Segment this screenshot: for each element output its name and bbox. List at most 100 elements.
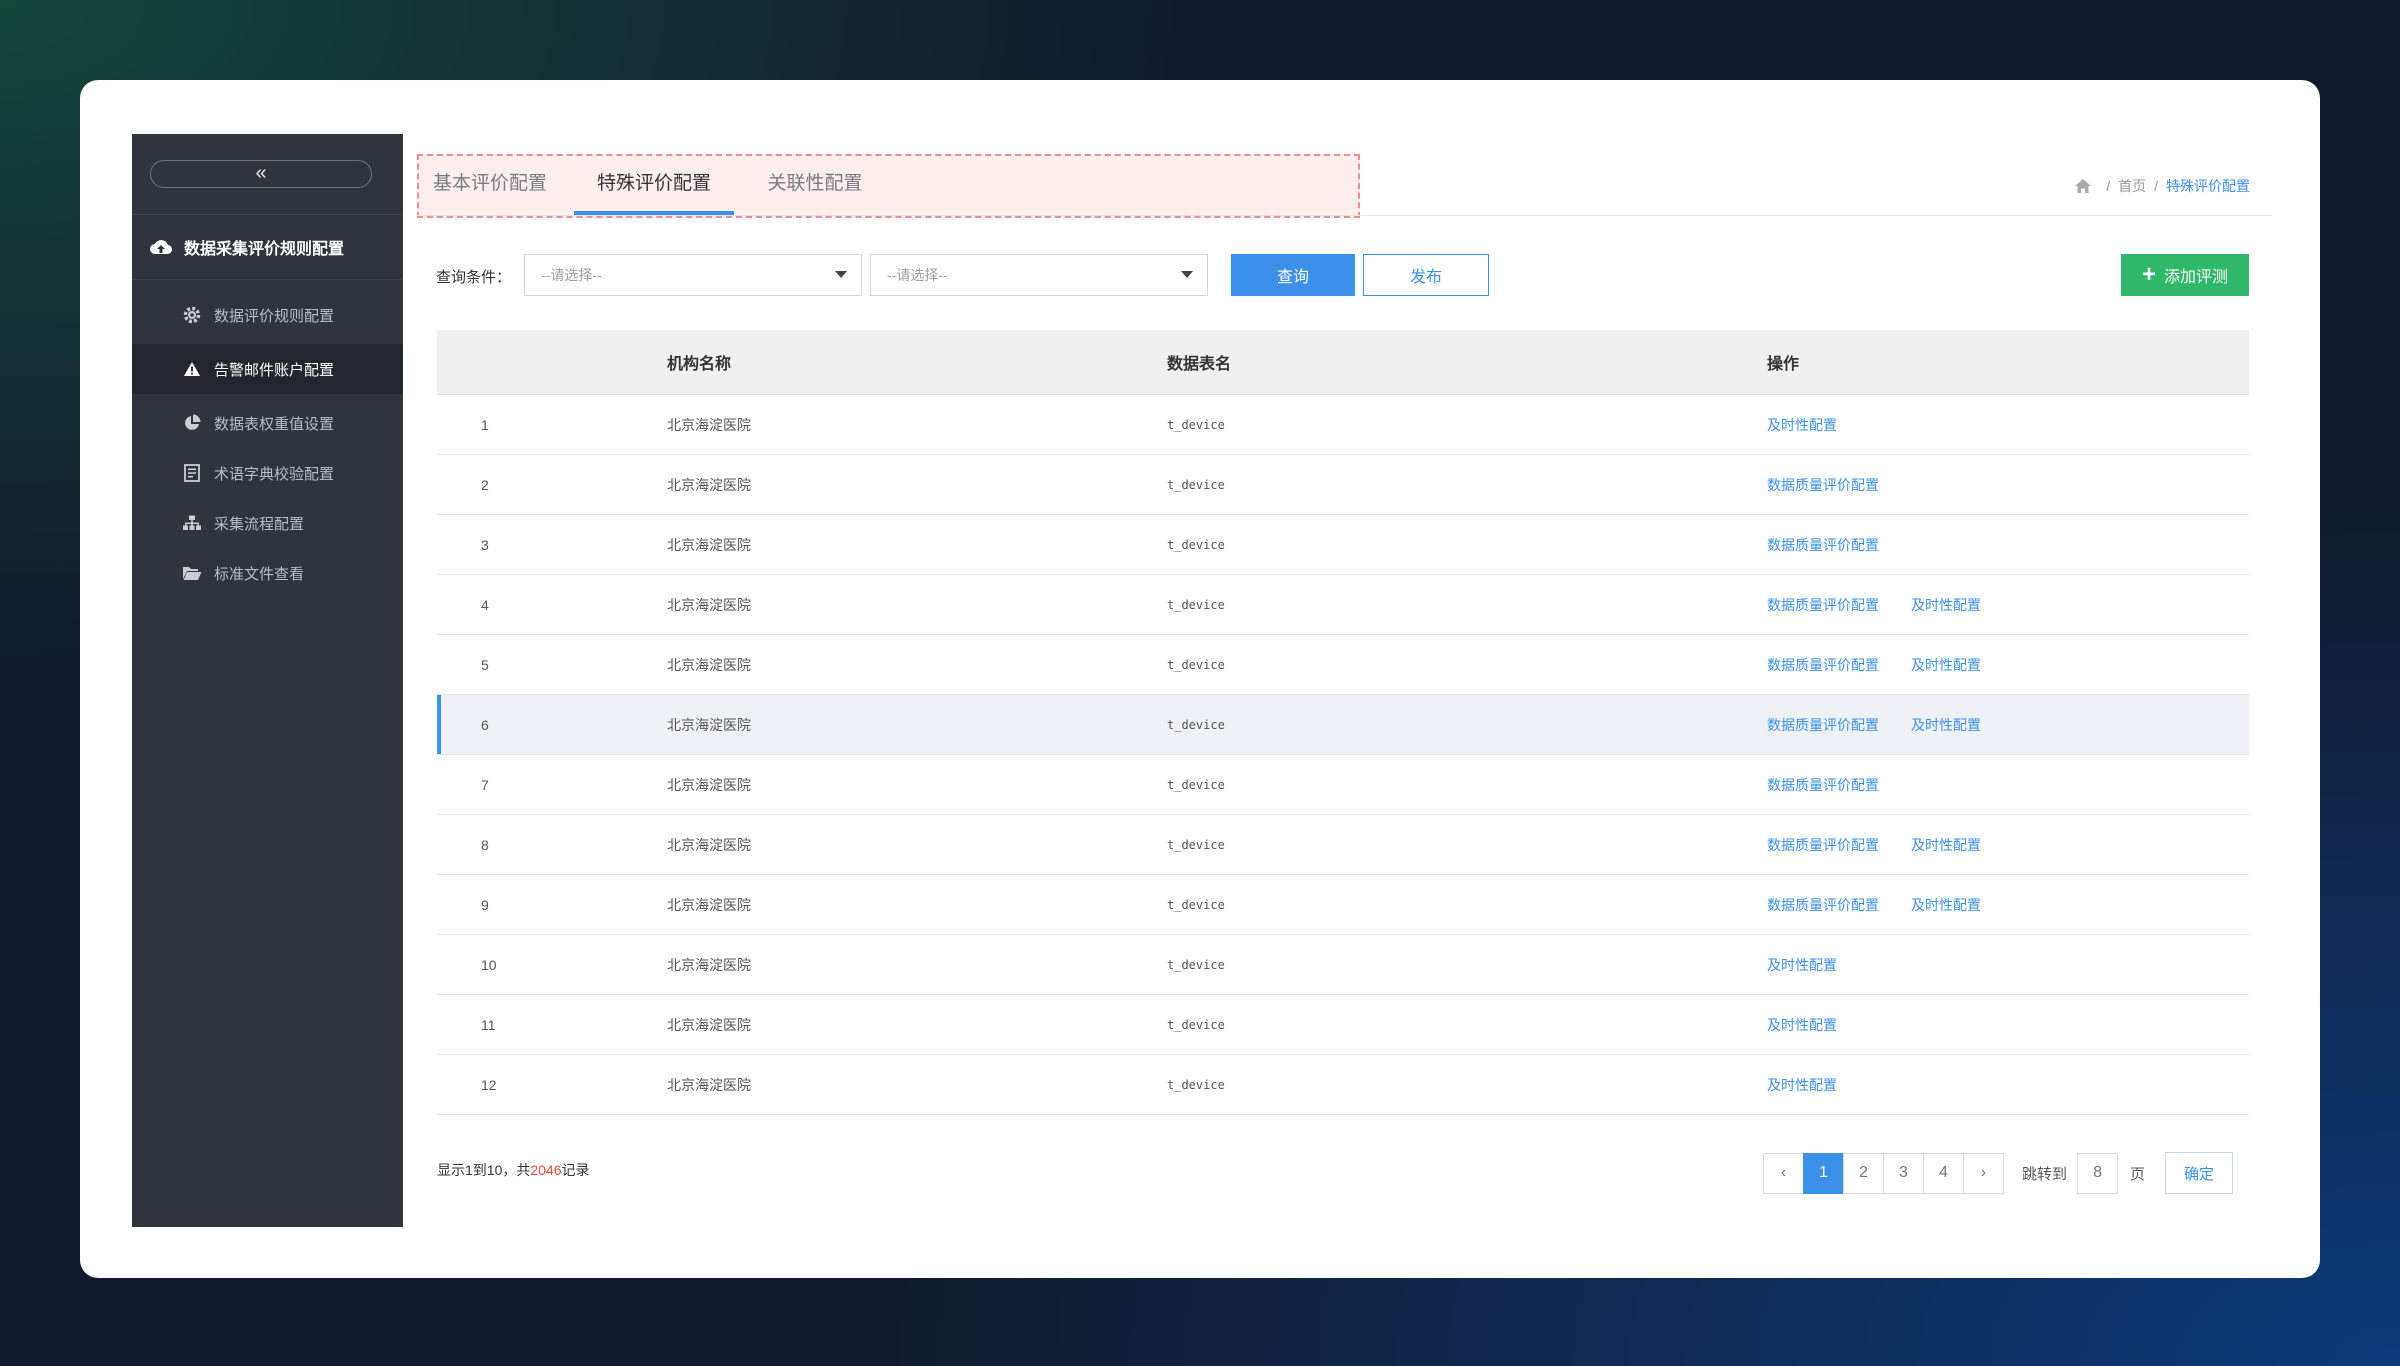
sidebar-item-flow[interactable]: 采集流程配置	[132, 498, 403, 548]
collapse-sidebar-button[interactable]: «	[150, 160, 372, 188]
cell-no: 8	[481, 836, 489, 853]
sidebar-group-header[interactable]: 数据采集评价规则配置	[150, 232, 344, 262]
cell-no: 6	[481, 716, 489, 733]
op-link[interactable]: 数据质量评价配置	[1767, 595, 1879, 615]
jump-confirm-button[interactable]: 确定	[2165, 1152, 2234, 1194]
cell-ops: 数据质量评价配置 及时性配置	[1767, 895, 2247, 915]
filter-select-1[interactable]: --请选择--	[524, 254, 862, 296]
cell-no: 3	[481, 536, 489, 553]
sidebar-item-label: 标准文件查看	[214, 565, 305, 583]
op-link[interactable]: 及时性配置	[1911, 715, 1981, 735]
home-icon[interactable]	[2074, 178, 2092, 194]
sidebar-divider	[132, 214, 403, 215]
plus-icon: +	[2141, 261, 2156, 288]
add-evaluation-button[interactable]: + 添加评测	[2121, 254, 2249, 296]
table-row[interactable]: 2 北京海淀医院 t_device 数据质量评价配置	[437, 455, 2249, 515]
query-button[interactable]: 查询	[1231, 254, 1355, 296]
cell-no: 9	[481, 896, 489, 913]
sidebar-item-label: 数据表权重值设置	[214, 415, 335, 433]
op-link[interactable]: 及时性配置	[1767, 1075, 1837, 1095]
warning-icon	[182, 359, 202, 379]
breadcrumb-home-link[interactable]: 首页	[2118, 176, 2146, 196]
op-link[interactable]: 及时性配置	[1767, 955, 1837, 975]
op-link[interactable]: 及时性配置	[1911, 835, 1981, 855]
page-3-button[interactable]: 3	[1883, 1152, 1924, 1194]
table-row[interactable]: 10 北京海淀医院 t_device 及时性配置	[437, 935, 2249, 995]
page-4-button[interactable]: 4	[1923, 1152, 1964, 1194]
cell-no: 2	[481, 476, 489, 493]
op-link[interactable]: 及时性配置	[1911, 895, 1981, 915]
sidebar-item-dictionary[interactable]: 术语字典校验配置	[132, 448, 403, 498]
table-row[interactable]: 8 北京海淀医院 t_device 数据质量评价配置 及时性配置	[437, 815, 2249, 875]
tab-label: 特殊评价配置	[596, 173, 711, 194]
publish-button[interactable]: 发布	[1363, 254, 1489, 296]
cell-org: 北京海淀医院	[667, 956, 751, 973]
tab-strip-highlight	[417, 154, 1360, 218]
filter-select-2[interactable]: --请选择--	[870, 254, 1208, 296]
tab-correlation[interactable]: 关联性配置	[760, 164, 870, 220]
page-1-button[interactable]: 1	[1803, 1152, 1844, 1194]
prev-page-button[interactable]: ‹	[1763, 1152, 1804, 1194]
record-summary: 显示1到10，共2046记录	[437, 1160, 590, 1180]
op-link[interactable]: 数据质量评价配置	[1767, 895, 1879, 915]
sidebar-item-alert-mail[interactable]: 告警邮件账户配置	[132, 344, 403, 394]
summary-prefix: 显示1到10，共	[437, 1162, 531, 1178]
op-link[interactable]: 及时性配置	[1767, 415, 1837, 435]
table-row[interactable]: 7 北京海淀医院 t_device 数据质量评价配置	[437, 755, 2249, 815]
cell-ops: 及时性配置	[1767, 1075, 2247, 1095]
op-link[interactable]: 及时性配置	[1767, 1015, 1837, 1035]
sidebar-item-standard-files[interactable]: 标准文件查看	[132, 548, 403, 598]
sidebar-item-rule-config[interactable]: 数据评价规则配置	[132, 290, 403, 340]
cell-no: 1	[481, 416, 489, 433]
column-header-ops: 操作	[1767, 356, 1800, 373]
op-link[interactable]: 数据质量评价配置	[1767, 535, 1879, 555]
table-row[interactable]: 6 北京海淀医院 t_device 数据质量评价配置 及时性配置	[437, 695, 2249, 755]
cell-table-name: t_device	[1167, 1077, 1225, 1092]
jump-page-input[interactable]: 8	[2077, 1152, 2119, 1194]
folder-open-icon	[182, 563, 202, 583]
cell-ops: 数据质量评价配置	[1767, 475, 2247, 495]
op-link[interactable]: 数据质量评价配置	[1767, 835, 1879, 855]
cell-org: 北京海淀医院	[667, 896, 751, 913]
column-header-table: 数据表名	[1167, 356, 1232, 373]
cell-org: 北京海淀医院	[667, 1076, 751, 1093]
sidebar-item-label: 告警邮件账户配置	[214, 361, 335, 379]
op-link[interactable]: 及时性配置	[1911, 595, 1981, 615]
page-unit-label: 页	[2130, 1165, 2146, 1183]
next-page-button[interactable]: ›	[1963, 1152, 2004, 1194]
cell-ops: 数据质量评价配置 及时性配置	[1767, 595, 2247, 615]
table-row[interactable]: 12 北京海淀医院 t_device 及时性配置	[437, 1055, 2249, 1115]
table-row[interactable]: 11 北京海淀医院 t_device 及时性配置	[437, 995, 2249, 1055]
select-placeholder: --请选择--	[541, 267, 602, 283]
breadcrumb-separator: /	[2106, 178, 2111, 194]
sidebar-item-label: 采集流程配置	[214, 515, 305, 533]
table-row[interactable]: 1 北京海淀医院 t_device 及时性配置	[437, 395, 2249, 455]
header-divider	[417, 215, 2272, 216]
table-row[interactable]: 5 北京海淀医院 t_device 数据质量评价配置 及时性配置	[437, 635, 2249, 695]
cell-table-name: t_device	[1167, 537, 1225, 552]
op-link[interactable]: 及时性配置	[1911, 655, 1981, 675]
cell-ops: 及时性配置	[1767, 415, 2247, 435]
cell-table-name: t_device	[1167, 897, 1225, 912]
op-link[interactable]: 数据质量评价配置	[1767, 655, 1879, 675]
cell-no: 10	[481, 956, 497, 973]
cell-org: 北京海淀医院	[667, 776, 751, 793]
add-evaluation-label: 添加评测	[2164, 269, 2229, 286]
op-link[interactable]: 数据质量评价配置	[1767, 775, 1879, 795]
op-link[interactable]: 数据质量评价配置	[1767, 715, 1879, 735]
tab-basic-evaluation[interactable]: 基本评价配置	[430, 164, 550, 220]
cell-ops: 数据质量评价配置 及时性配置	[1767, 835, 2247, 855]
cell-no: 4	[481, 596, 489, 613]
sidebar-item-table-weight[interactable]: 数据表权重值设置	[132, 398, 403, 448]
page-2-button[interactable]: 2	[1843, 1152, 1884, 1194]
table-row[interactable]: 9 北京海淀医院 t_device 数据质量评价配置 及时性配置	[437, 875, 2249, 935]
cell-table-name: t_device	[1167, 597, 1225, 612]
op-link[interactable]: 数据质量评价配置	[1767, 475, 1879, 495]
table-row[interactable]: 4 北京海淀医院 t_device 数据质量评价配置 及时性配置	[437, 575, 2249, 635]
table-row[interactable]: 3 北京海淀医院 t_device 数据质量评价配置	[437, 515, 2249, 575]
cell-table-name: t_device	[1167, 957, 1225, 972]
select-placeholder: --请选择--	[887, 267, 948, 283]
cell-org: 北京海淀医院	[667, 836, 751, 853]
cell-org: 北京海淀医院	[667, 1016, 751, 1033]
column-header-org: 机构名称	[667, 356, 732, 373]
